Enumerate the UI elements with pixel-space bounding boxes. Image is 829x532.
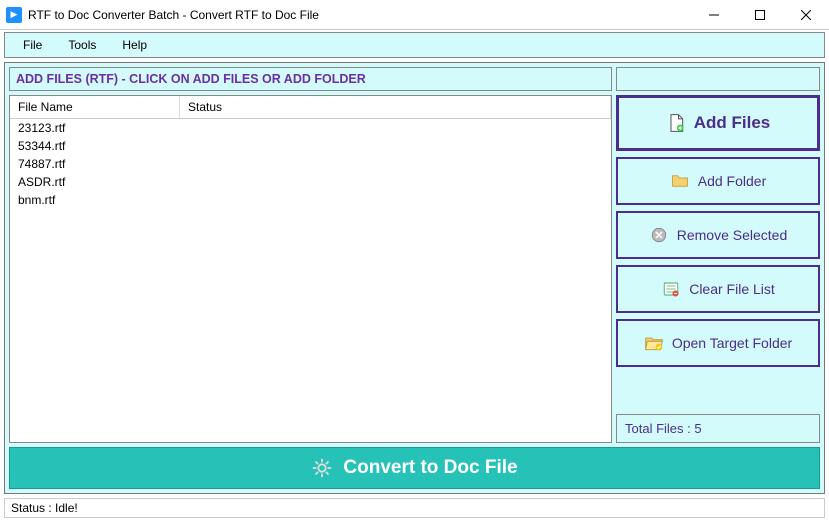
side-panel: Add Files Add Folder Remove Selected Cle…: [616, 95, 820, 443]
file-add-icon: [666, 113, 686, 133]
add-folder-label: Add Folder: [698, 173, 766, 189]
file-name-cell: 74887.rtf: [10, 157, 180, 171]
maximize-button[interactable]: [737, 0, 783, 30]
convert-label: Convert to Doc File: [343, 457, 517, 479]
remove-selected-label: Remove Selected: [677, 227, 788, 243]
clear-list-icon: [661, 279, 681, 299]
status-text: Status : Idle!: [11, 501, 78, 515]
menu-tools[interactable]: Tools: [56, 36, 108, 54]
file-list-panel: File Name Status 23123.rtf 53344.rtf 748…: [9, 95, 612, 443]
menu-bar: File Tools Help: [4, 32, 825, 58]
table-row[interactable]: 53344.rtf: [10, 137, 611, 155]
status-bar: Status : Idle!: [4, 498, 825, 518]
remove-selected-button[interactable]: Remove Selected: [616, 211, 820, 259]
instruction-spacer: [616, 67, 820, 91]
folder-icon: [670, 171, 690, 191]
table-row[interactable]: 74887.rtf: [10, 155, 611, 173]
remove-icon: [649, 225, 669, 245]
menu-file[interactable]: File: [11, 36, 54, 54]
window-title: RTF to Doc Converter Batch - Convert RTF…: [28, 8, 319, 22]
window-controls: [691, 0, 829, 30]
open-folder-icon: [644, 333, 664, 353]
gear-icon: [311, 457, 333, 479]
convert-button[interactable]: Convert to Doc File: [9, 447, 820, 489]
open-target-folder-button[interactable]: Open Target Folder: [616, 319, 820, 367]
table-row[interactable]: bnm.rtf: [10, 191, 611, 209]
file-name-cell: bnm.rtf: [10, 193, 180, 207]
add-folder-button[interactable]: Add Folder: [616, 157, 820, 205]
table-row[interactable]: ASDR.rtf: [10, 173, 611, 191]
close-button[interactable]: [783, 0, 829, 30]
file-list-header: File Name Status: [10, 96, 611, 119]
file-name-cell: 53344.rtf: [10, 139, 180, 153]
column-header-name[interactable]: File Name: [10, 96, 180, 118]
client-area: ADD FILES (RTF) - CLICK ON ADD FILES OR …: [4, 62, 825, 494]
clear-list-button[interactable]: Clear File List: [616, 265, 820, 313]
file-name-cell: 23123.rtf: [10, 121, 180, 135]
app-icon: [6, 7, 22, 23]
table-row[interactable]: 23123.rtf: [10, 119, 611, 137]
menu-help[interactable]: Help: [110, 36, 159, 54]
add-files-button[interactable]: Add Files: [616, 95, 820, 151]
column-header-status[interactable]: Status: [180, 96, 611, 118]
title-bar: RTF to Doc Converter Batch - Convert RTF…: [0, 0, 829, 30]
instruction-label: ADD FILES (RTF) - CLICK ON ADD FILES OR …: [9, 67, 612, 91]
file-rows[interactable]: 23123.rtf 53344.rtf 74887.rtf ASDR.rtf b…: [10, 119, 611, 442]
total-files-label: Total Files : 5: [616, 414, 820, 443]
open-target-label: Open Target Folder: [672, 335, 792, 351]
minimize-button[interactable]: [691, 0, 737, 30]
file-name-cell: ASDR.rtf: [10, 175, 180, 189]
add-files-label: Add Files: [694, 113, 771, 133]
clear-list-label: Clear File List: [689, 281, 775, 297]
